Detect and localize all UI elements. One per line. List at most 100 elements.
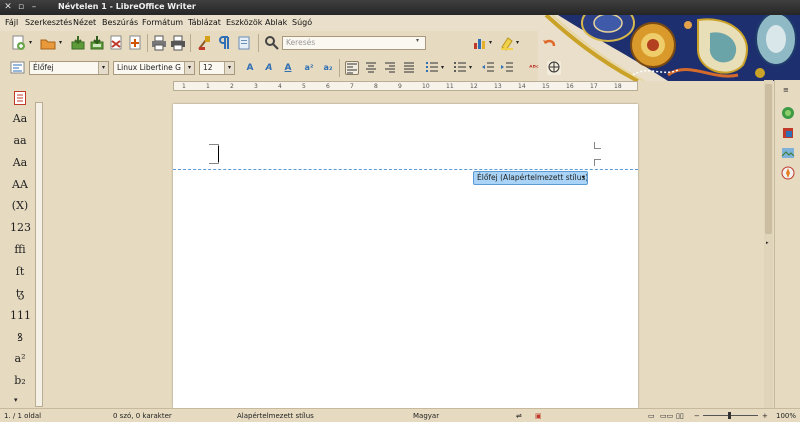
styles-icon[interactable] xyxy=(10,60,26,76)
menu-tools[interactable]: Eszközök xyxy=(226,18,262,27)
menu-file[interactable]: Fájl xyxy=(5,18,18,27)
document-page[interactable]: Élőfej (Alapértelmezett stílus) ▾ xyxy=(173,104,638,408)
single-page-view-icon[interactable]: ▭ xyxy=(648,412,655,420)
vertical-scrollbar[interactable]: ▸ xyxy=(764,80,773,408)
glyph-numbers[interactable]: 123 xyxy=(10,219,31,237)
chevron-right-icon[interactable]: ▸ xyxy=(766,240,769,246)
text-effect-underline-a-icon[interactable]: A xyxy=(281,61,295,75)
glyph-subscript[interactable]: b₂ xyxy=(10,372,30,390)
chevron-down-icon[interactable]: ▾ xyxy=(582,172,585,184)
menu-view[interactable]: Nézet xyxy=(73,18,96,27)
decrease-indent-icon[interactable] xyxy=(481,61,495,75)
chevron-down-icon[interactable]: ▾ xyxy=(184,62,194,74)
glyph-uppercase[interactable]: AA xyxy=(10,176,30,194)
document-icon[interactable] xyxy=(14,91,26,105)
glyph-ligature-ffi[interactable]: ffi xyxy=(10,241,30,259)
glyph-parentheses[interactable]: (X) xyxy=(10,197,30,215)
word-count[interactable]: 0 szó, 0 karakter xyxy=(113,412,172,420)
glyph-small-caps[interactable]: Aa xyxy=(10,110,30,128)
navigator-icon[interactable] xyxy=(547,61,561,75)
align-center-icon[interactable] xyxy=(364,61,378,75)
justify-icon[interactable] xyxy=(402,61,416,75)
properties-icon[interactable] xyxy=(781,106,795,122)
glyph-tz[interactable]: ꜩ xyxy=(10,285,30,303)
chevron-down-icon[interactable]: ▾ xyxy=(441,64,444,71)
glyph-superscript[interactable]: a² xyxy=(10,350,30,368)
align-right-icon[interactable] xyxy=(383,61,397,75)
superscript-icon[interactable]: a² xyxy=(302,61,316,75)
styles-sidebar-icon[interactable] xyxy=(781,126,795,142)
insert-mode-icon[interactable]: ⇌ xyxy=(516,412,522,420)
formatting-marks-icon[interactable] xyxy=(215,35,231,51)
zoom-slider-handle[interactable] xyxy=(728,412,731,419)
chevron-down-icon[interactable]: ▾ xyxy=(224,62,234,74)
scrollbar-thumb[interactable] xyxy=(765,84,772,234)
insert-icon[interactable] xyxy=(236,35,252,51)
language[interactable]: Magyar xyxy=(413,412,439,420)
numbered-list-icon[interactable] xyxy=(425,61,439,75)
navigator-sidebar-icon[interactable] xyxy=(781,166,795,182)
undo-icon[interactable] xyxy=(541,35,557,51)
page-count[interactable]: 1. / 1 oldal xyxy=(4,412,41,420)
increase-indent-icon[interactable] xyxy=(500,61,514,75)
glyph-title-case[interactable]: Aa xyxy=(10,154,30,172)
export-pdf-icon[interactable] xyxy=(127,35,143,51)
header-style-tag[interactable]: Élőfej (Alapértelmezett stílus) ▾ xyxy=(473,171,588,185)
open-folder-icon[interactable] xyxy=(40,35,56,51)
menu-insert[interactable]: Beszúrás xyxy=(102,18,138,27)
autospellcheck-icon[interactable]: ᴬᴮᶜ xyxy=(527,61,541,75)
more-glyphs-icon[interactable]: ▾ xyxy=(14,396,18,404)
vertical-ruler[interactable] xyxy=(35,102,43,407)
close-window-icon[interactable]: ✕ xyxy=(3,2,13,12)
new-document-icon[interactable] xyxy=(10,35,26,51)
glyph-ligature-st[interactable]: ſt xyxy=(10,263,30,281)
multi-page-view-icon[interactable]: ▭▭ xyxy=(660,412,673,420)
insert-chart-icon[interactable] xyxy=(472,35,488,51)
font-size-select[interactable]: 12 ▾ xyxy=(199,61,235,75)
font-name-select[interactable]: Linux Libertine G ▾ xyxy=(113,61,195,75)
chevron-down-icon[interactable]: ▾ xyxy=(489,39,492,46)
chevron-down-icon[interactable]: ▾ xyxy=(516,39,519,46)
glyph-oldstyle-numbers[interactable]: 111 xyxy=(10,307,31,325)
align-left-icon[interactable] xyxy=(345,61,359,75)
print-icon[interactable] xyxy=(151,35,167,51)
menu-format[interactable]: Formátum xyxy=(142,18,183,27)
highlight-icon[interactable] xyxy=(499,35,515,51)
paragraph-style-select[interactable]: Élőfej ▾ xyxy=(29,61,109,75)
menu-table[interactable]: Táblázat xyxy=(188,18,221,27)
gallery-icon[interactable] xyxy=(781,146,795,162)
status-bar: 1. / 1 oldal 0 szó, 0 karakter Alapértel… xyxy=(0,408,800,422)
maximize-window-icon[interactable]: ▫ xyxy=(16,2,26,12)
menu-help[interactable]: Súgó xyxy=(292,18,312,27)
minimize-window-icon[interactable]: – xyxy=(29,2,39,12)
bullet-list-icon[interactable] xyxy=(453,61,467,75)
glyph-lowercase[interactable]: aa xyxy=(10,132,30,150)
chevron-down-icon[interactable]: ▾ xyxy=(469,64,472,71)
zoom-in-icon[interactable]: + xyxy=(762,412,768,420)
sidebar-menu-icon[interactable]: ≡ xyxy=(783,86,789,94)
text-effect-italic-a-icon[interactable]: A xyxy=(262,61,276,75)
menu-edit[interactable]: Szerkesztés xyxy=(25,18,72,27)
export-icon[interactable] xyxy=(108,35,124,51)
subscript-icon[interactable]: a₂ xyxy=(321,61,335,75)
document-modified-icon[interactable]: ▣ xyxy=(535,412,542,420)
save-icon[interactable] xyxy=(70,35,86,51)
book-view-icon[interactable]: ▯▯ xyxy=(676,412,684,420)
search-input[interactable]: Keresés xyxy=(282,36,426,50)
format-brush-icon[interactable] xyxy=(196,35,212,51)
page-style[interactable]: Alapértelmezett stílus xyxy=(237,412,314,420)
horizontal-ruler[interactable]: 1 1 2 3 4 5 6 7 8 9 10 11 12 13 14 15 16 17 18 xyxy=(173,81,638,91)
theme-decoration xyxy=(538,15,800,81)
glyph-historical[interactable]: ꝸ xyxy=(10,329,30,347)
print-preview-icon[interactable] xyxy=(170,35,186,51)
find-replace-icon[interactable] xyxy=(264,35,280,51)
text-effect-a-icon[interactable]: A xyxy=(243,61,257,75)
chevron-down-icon[interactable]: ▾ xyxy=(416,37,419,44)
chevron-down-icon[interactable]: ▾ xyxy=(29,39,32,46)
zoom-level[interactable]: 100% xyxy=(776,412,796,420)
zoom-out-icon[interactable]: − xyxy=(694,412,700,420)
chevron-down-icon[interactable]: ▾ xyxy=(59,39,62,46)
save-as-icon[interactable] xyxy=(89,35,105,51)
chevron-down-icon[interactable]: ▾ xyxy=(98,62,108,74)
menu-window[interactable]: Ablak xyxy=(265,18,287,27)
